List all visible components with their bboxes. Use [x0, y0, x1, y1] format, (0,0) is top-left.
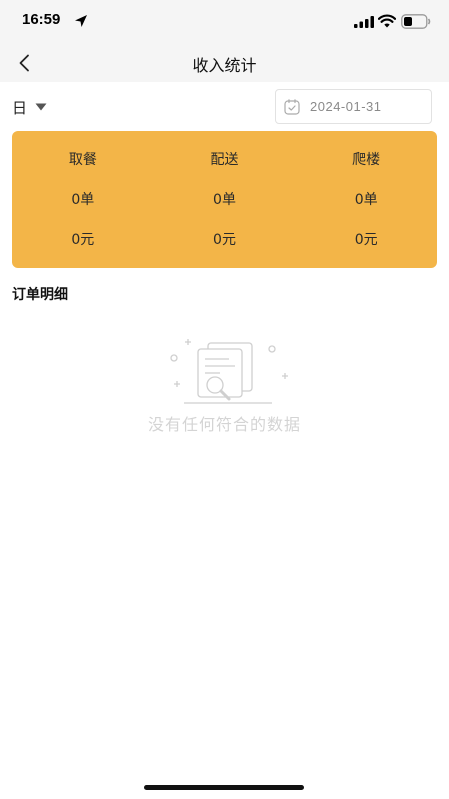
location-arrow-icon — [75, 15, 87, 27]
stats-column-pickup: 取餐 0单 0元 — [12, 131, 154, 268]
stats-orders: 0单 — [213, 192, 236, 208]
section-title: 订单明细 — [12, 287, 68, 303]
stats-income: 0元 — [71, 232, 95, 248]
stats-orders: 0单 — [71, 192, 95, 208]
period-label: 日 — [12, 98, 28, 117]
wifi-icon — [378, 14, 396, 28]
status-bar: 16:59 — [0, 0, 449, 44]
calendar-icon — [284, 98, 300, 115]
home-indicator[interactable] — [144, 785, 304, 790]
cellular-signal-icon — [354, 16, 374, 28]
status-time: 16:59 — [22, 11, 61, 28]
date-picker[interactable]: 2024-01-31 — [275, 89, 432, 124]
battery-icon — [401, 14, 431, 29]
page-title: 收入统计 — [192, 56, 257, 75]
stats-label: 爬楼 — [352, 152, 381, 168]
stats-column-stairs: 爬楼 0单 0元 — [295, 131, 437, 268]
caret-down-icon — [35, 103, 47, 111]
empty-document-search-icon — [170, 339, 288, 404]
stats-card: 取餐 0单 0元 配送 0单 0元 爬楼 0单 0元 — [12, 131, 437, 268]
empty-state-text: 没有任何符合的数据 — [147, 415, 301, 434]
stats-orders: 0单 — [354, 192, 378, 208]
stats-income: 0元 — [213, 232, 236, 248]
stats-label: 取餐 — [68, 152, 97, 168]
date-value: 2024-01-31 — [310, 99, 382, 114]
period-select[interactable]: 日 — [12, 96, 47, 118]
stats-label: 配送 — [210, 152, 239, 168]
nav-bar: 收入统计 — [0, 44, 449, 82]
stats-column-delivery: 配送 0单 0元 — [154, 131, 296, 268]
stats-income: 0元 — [354, 232, 378, 248]
